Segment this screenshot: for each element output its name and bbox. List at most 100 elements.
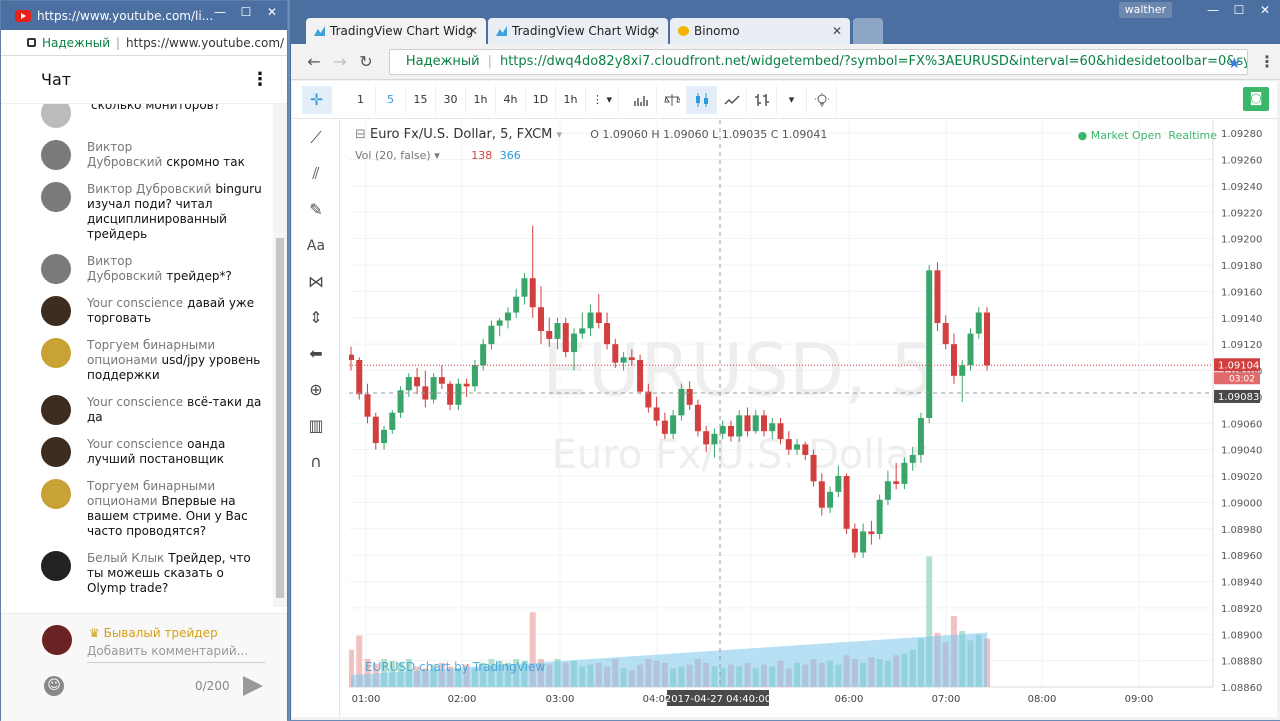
arrow-left-icon[interactable]: ⬅ <box>292 336 340 372</box>
text-icon[interactable]: Aa <box>292 228 340 264</box>
avatar[interactable] <box>41 104 71 128</box>
minimize-icon[interactable]: — <box>209 4 231 20</box>
collapse-legend-icon[interactable]: ⊟ <box>355 127 366 142</box>
fibonacci-icon[interactable]: ⫽ <box>292 156 340 192</box>
interval-button[interactable]: 5 <box>376 85 406 114</box>
candle-body <box>463 383 470 387</box>
tab-tradingview-2[interactable]: TradingView Chart Widg ✕ <box>488 18 668 44</box>
more-vert-icon[interactable]: ⋮ <box>251 69 269 90</box>
tab-tradingview-1[interactable]: TradingView Chart Widg ✕ <box>306 18 486 44</box>
interval-button[interactable]: 30 <box>436 85 466 114</box>
candle-body <box>761 415 767 432</box>
indicators-icon[interactable] <box>627 85 658 114</box>
candle-body <box>397 390 404 413</box>
price-chart[interactable]: 1.09280 1.09260 1.09240 1.09220 1.09200 1.091… <box>349 120 1273 717</box>
chat-scrollbar[interactable] <box>273 104 287 607</box>
interval-button[interactable]: 1D <box>526 85 556 114</box>
avatar[interactable] <box>41 479 71 509</box>
candle-body <box>934 270 941 324</box>
bar-countdown: 03:02 <box>1229 374 1255 384</box>
avatar[interactable] <box>41 338 71 368</box>
tab-binomo[interactable]: Binomo ✕ <box>670 18 850 44</box>
interval-button[interactable]: 15 <box>406 85 436 114</box>
interval-button[interactable]: 1h <box>466 85 496 114</box>
emoji-icon[interactable]: ☺ <box>44 676 64 696</box>
star-icon[interactable]: ★ <box>1228 54 1241 72</box>
volume-label: Vol (20, false) <box>355 149 431 162</box>
chat-message-list[interactable]: сколько мониторов? Виктор Дубровский скром… <box>1 104 273 607</box>
reload-icon[interactable]: ↻ <box>353 49 379 75</box>
avatar[interactable] <box>41 140 71 170</box>
close-icon[interactable]: ✕ <box>1254 2 1276 18</box>
avatar[interactable] <box>41 551 71 581</box>
menu-icon[interactable]: ⋮ <box>1254 49 1280 75</box>
zoom-icon[interactable]: ⊕ <box>292 372 340 408</box>
trendline-icon[interactable]: ⟋ <box>292 120 340 156</box>
chat-window-title: https://www.youtube.com/li... <box>37 8 214 23</box>
chart-top-toolbar: ✛ 1 5 15 30 1h 4h 1D 1h ⋮ ▾ ▾ ◙ <box>292 81 1277 119</box>
maximize-icon[interactable]: ☐ <box>1228 2 1250 18</box>
chat-author[interactable]: Виктор Дубровский <box>87 254 162 283</box>
candle-body <box>604 323 611 345</box>
candle-body <box>546 330 553 339</box>
compare-icon[interactable] <box>657 85 688 114</box>
forward-icon[interactable]: → <box>327 49 353 75</box>
chat-author[interactable]: Your conscience <box>87 437 183 451</box>
line-style-icon[interactable] <box>717 85 748 114</box>
ruler-icon[interactable]: ▥ <box>292 408 340 444</box>
pattern-icon[interactable]: ⋈ <box>292 264 340 300</box>
interval-button[interactable]: 1 <box>346 85 376 114</box>
minimize-icon[interactable]: — <box>1202 2 1224 18</box>
chat-url: https://www.youtube.com/ <box>126 35 285 50</box>
tab-close-icon[interactable]: ✕ <box>468 18 478 44</box>
candle-body <box>645 391 652 408</box>
bars-style-icon[interactable] <box>747 85 778 114</box>
back-icon[interactable]: ← <box>301 49 327 75</box>
lightbulb-icon[interactable] <box>807 85 838 114</box>
chat-address-bar[interactable]: Надежный | https://www.youtube.com/ <box>1 30 287 56</box>
style-dropdown-icon[interactable]: ▾ <box>777 85 808 114</box>
candle-body <box>901 462 908 484</box>
price-tick-label: 1.09120 <box>1221 340 1262 351</box>
candle-body <box>513 296 520 313</box>
chat-window: https://www.youtube.com/li... — ☐ ✕ Наде… <box>0 0 288 721</box>
profile-button[interactable]: walther <box>1118 2 1172 18</box>
lock-icon <box>27 38 36 47</box>
candle-body <box>620 357 627 363</box>
chat-author[interactable]: Виктор Дубровский <box>87 182 211 196</box>
measure-icon[interactable]: ⇕ <box>292 300 340 336</box>
interval-button[interactable]: 1h <box>556 85 586 114</box>
tradingview-credit-link[interactable]: EURUSD chart by TradingView <box>365 660 545 674</box>
camera-icon[interactable]: ◙ <box>1243 87 1269 111</box>
chat-author[interactable]: Your conscience <box>87 296 183 310</box>
scrollbar-thumb[interactable] <box>276 238 284 598</box>
crosshair-tool[interactable]: ✛ <box>302 85 332 114</box>
candle-body <box>917 418 924 455</box>
avatar[interactable] <box>41 182 71 212</box>
more-intervals-icon[interactable]: ⋮ ▾ <box>586 85 620 114</box>
send-icon[interactable] <box>243 676 263 696</box>
symbol-title[interactable]: Euro Fx/U.S. Dollar, 5, FXCM <box>370 127 552 142</box>
avatar[interactable] <box>41 296 71 326</box>
maximize-icon[interactable]: ☐ <box>235 4 257 20</box>
close-icon[interactable]: ✕ <box>261 4 283 20</box>
magnet-icon[interactable]: ∩ <box>292 444 340 480</box>
avatar[interactable] <box>41 254 71 284</box>
price-tick-label: 1.08980 <box>1221 525 1262 536</box>
time-tick-label: 08:00 <box>1028 694 1057 705</box>
avatar[interactable] <box>41 395 71 425</box>
tab-close-icon[interactable]: ✕ <box>650 18 660 44</box>
avatar[interactable] <box>41 437 71 467</box>
chat-author[interactable]: Your conscience <box>87 395 183 409</box>
candle-body <box>579 328 586 334</box>
candles-style-icon[interactable] <box>687 85 718 114</box>
tab-close-icon[interactable]: ✕ <box>832 18 842 44</box>
comment-input[interactable]: Добавить комментарий... <box>87 644 265 663</box>
chat-author[interactable]: Виктор Дубровский <box>87 140 162 169</box>
address-bar[interactable]: Надежный | https://dwq4do82y8xi7.cloudfr… <box>388 48 1249 75</box>
brush-icon[interactable]: ✎ <box>292 192 340 228</box>
interval-button[interactable]: 4h <box>496 85 526 114</box>
interval-bar: 1 5 15 30 1h 4h 1D 1h <box>346 85 586 114</box>
new-tab-button[interactable] <box>853 18 883 44</box>
chat-author[interactable]: Белый Клык <box>87 551 164 565</box>
